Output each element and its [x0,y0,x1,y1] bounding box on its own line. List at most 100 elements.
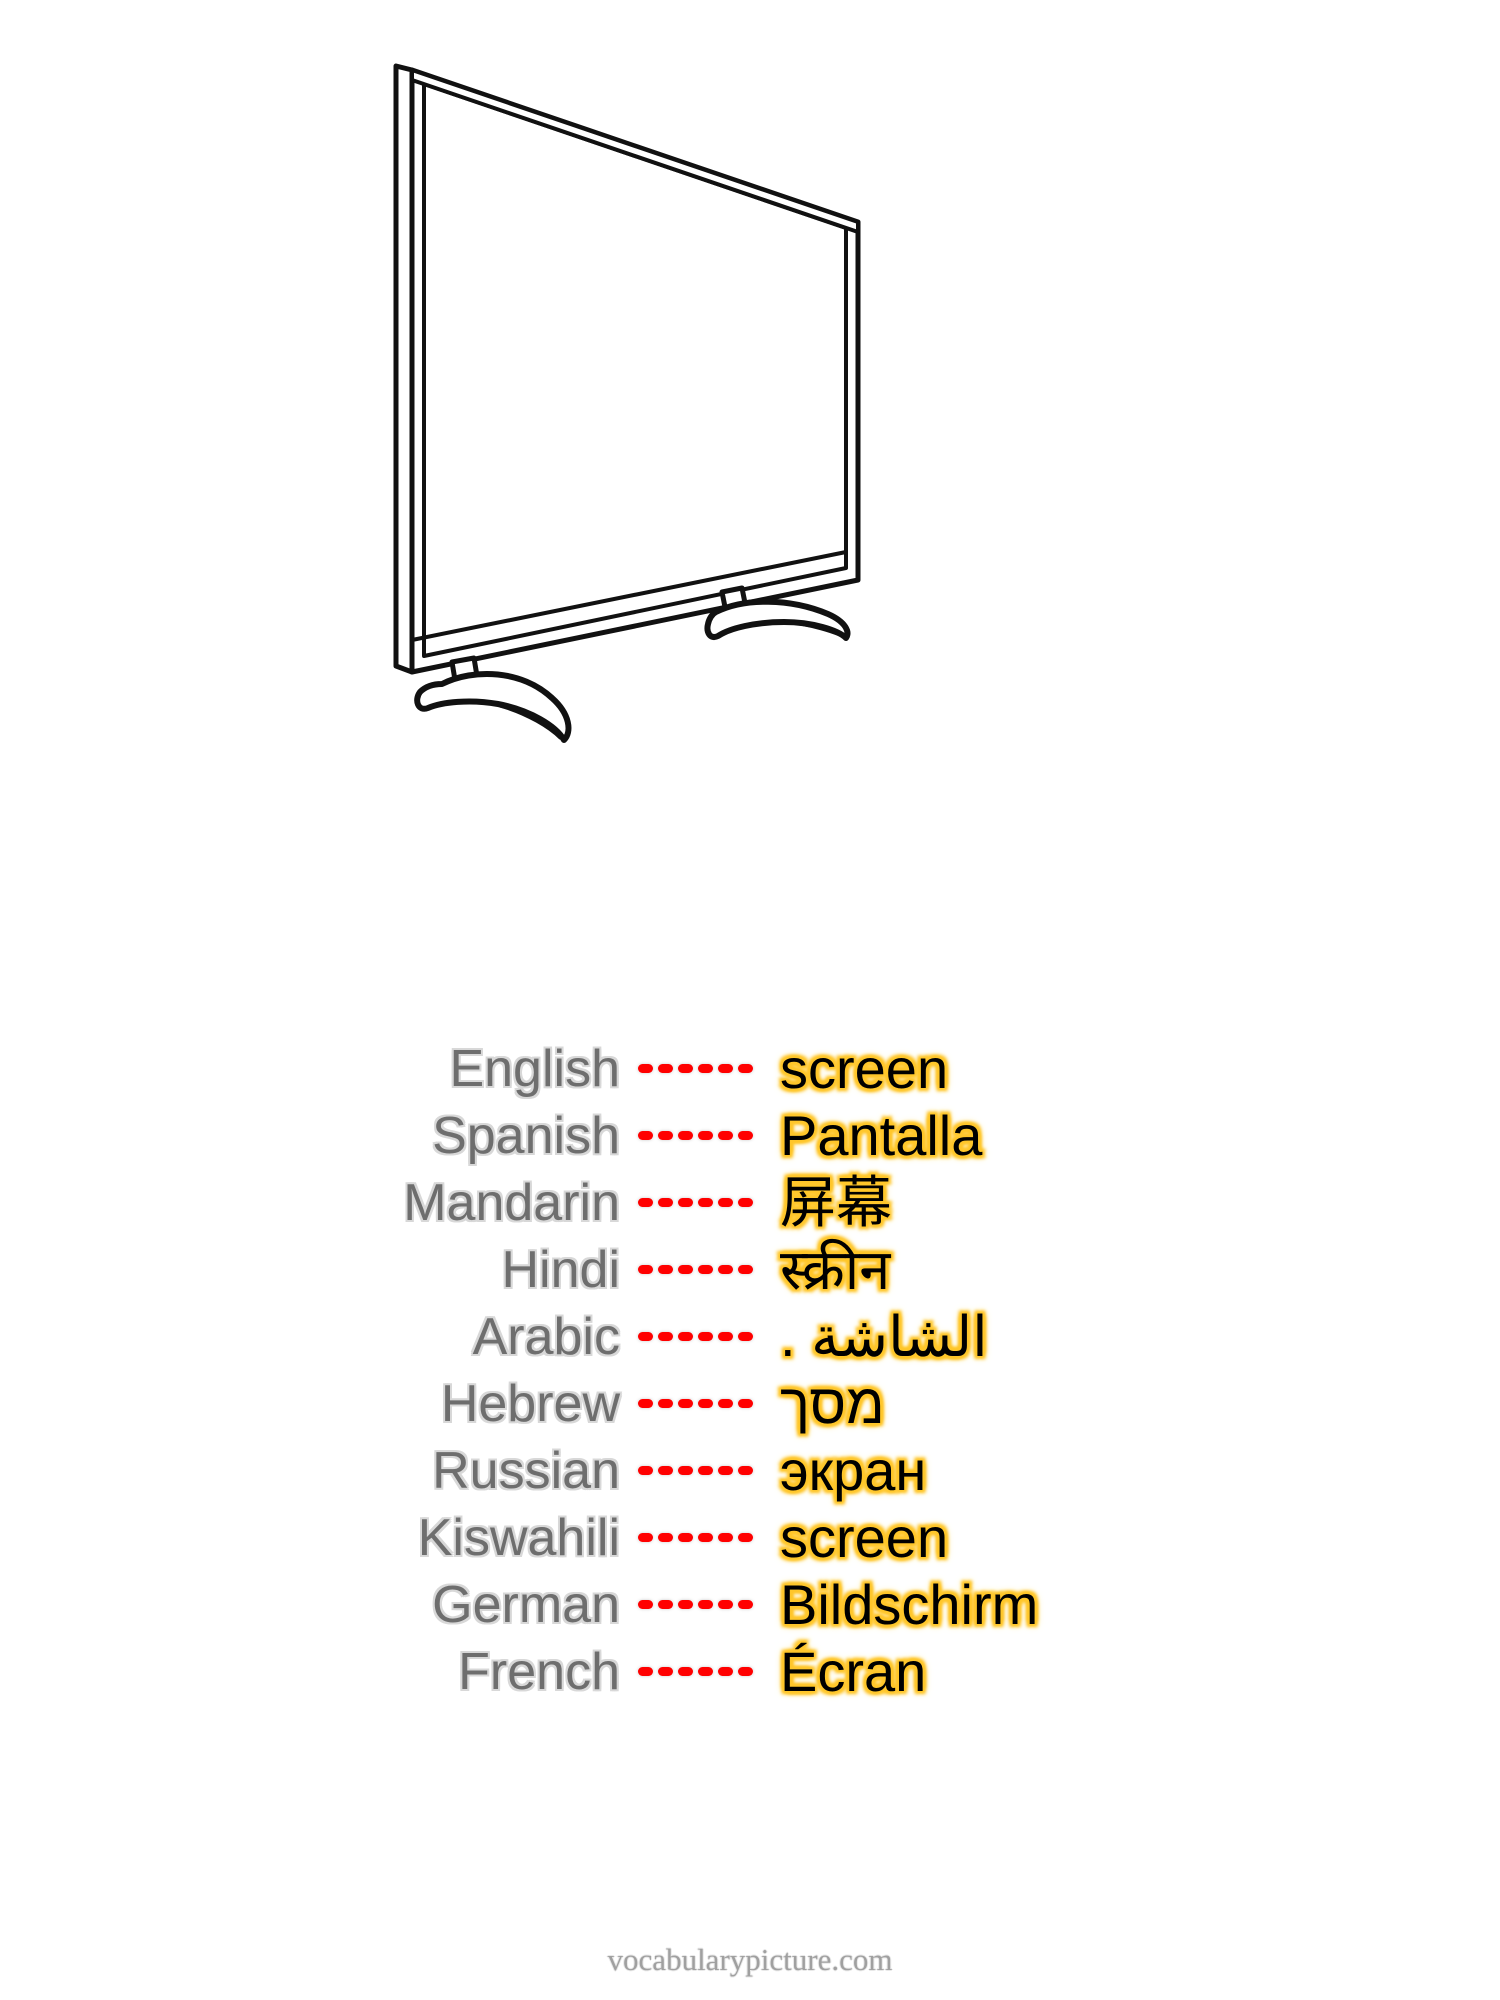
vocabulary-table: English screen Spanish Pantalla Mandarin 屏幕 Hi… [0,1035,1500,1705]
dash-segment [677,1064,693,1073]
dash-segment [737,1332,753,1341]
dash-segment [697,1466,713,1475]
dash-segment [737,1198,753,1207]
dash-segment [737,1533,753,1542]
dash-segment [737,1399,753,1408]
dash-segment [737,1131,753,1140]
dash-segment [657,1466,673,1475]
dash-segment [657,1399,673,1408]
dash-segment [677,1533,693,1542]
dash-segment [637,1131,653,1140]
translation-text: מסך [780,1371,885,1435]
dash-line [637,1265,753,1274]
dash-segment [717,1667,733,1676]
language-label: Spanish [432,1106,620,1165]
translation-text: screen [780,1036,949,1100]
dash-segment [737,1265,753,1274]
language-label: Arabic [472,1307,620,1366]
dashed-separator [620,1332,770,1341]
dash-line [637,1198,753,1207]
dash-segment [717,1600,733,1609]
vocab-row: Hindi स्क्रीन [200,1236,1300,1303]
dash-segment [657,1600,673,1609]
dash-line [637,1399,753,1408]
tv-foot-right [704,598,851,641]
dash-line [637,1064,753,1073]
translation-text: Écran [780,1639,927,1703]
language-label: English [449,1039,620,1098]
dash-segment [637,1667,653,1676]
dash-segment [717,1265,733,1274]
language-label: Hebrew [440,1374,620,1433]
tv-illustration [0,0,1500,820]
dash-segment [737,1466,753,1475]
dash-segment [657,1064,673,1073]
dash-segment [717,1533,733,1542]
dash-segment [637,1533,653,1542]
dash-segment [657,1265,673,1274]
dash-line [637,1600,753,1609]
dash-segment [677,1198,693,1207]
dash-segment [637,1265,653,1274]
dash-line [637,1533,753,1542]
language-label: French [458,1642,620,1701]
dash-segment [677,1600,693,1609]
dash-segment [697,1064,713,1073]
dash-segment [637,1600,653,1609]
translation-text: الشاشة . [780,1304,988,1368]
vocab-row: Kiswahili screen [200,1504,1300,1571]
dash-segment [657,1332,673,1341]
dash-segment [677,1466,693,1475]
tv-line-drawing [393,63,861,743]
dashed-separator [620,1600,770,1609]
dash-segment [737,1667,753,1676]
vocab-row: German Bildschirm [200,1571,1300,1638]
footer: vocabularypicture.com [0,1942,1500,1978]
dash-segment [637,1466,653,1475]
dash-segment [717,1332,733,1341]
dash-segment [737,1064,753,1073]
dash-segment [657,1198,673,1207]
dash-segment [717,1198,733,1207]
dash-segment [657,1533,673,1542]
translation-text: स्क्रीन [780,1237,891,1301]
vocab-row: French Écran [200,1638,1300,1705]
translation-text: Pantalla [780,1103,983,1167]
dashed-separator [620,1466,770,1475]
dash-segment [697,1265,713,1274]
tv-left-edge-depth [393,63,415,675]
dash-segment [697,1399,713,1408]
vocab-row: Hebrew מסך [200,1370,1300,1437]
tv-screen-front-face [409,67,861,675]
language-label: Kiswahili [417,1508,620,1567]
language-label: Russian [432,1441,620,1500]
dash-segment [717,1399,733,1408]
translation-text: 屏幕 [780,1170,892,1234]
dash-segment [737,1600,753,1609]
dash-segment [697,1131,713,1140]
vocab-row: Arabic الشاشة . [200,1303,1300,1370]
dash-segment [677,1131,693,1140]
translation-text: экран [780,1438,927,1502]
dashed-separator [620,1533,770,1542]
dash-segment [677,1332,693,1341]
vocab-row: Mandarin 屏幕 [200,1169,1300,1236]
dashed-separator [620,1399,770,1408]
dash-line [637,1466,753,1475]
language-label: Hindi [501,1240,621,1299]
dash-segment [657,1131,673,1140]
translation-text: Bildschirm [780,1572,1039,1636]
dashed-separator [620,1198,770,1207]
vocab-row: Russian экран [200,1437,1300,1504]
site-credit: vocabularypicture.com [607,1942,893,1977]
dash-line [637,1332,753,1341]
dash-segment [637,1064,653,1073]
dashed-separator [620,1265,770,1274]
tv-foot-left [414,670,572,743]
dash-segment [677,1667,693,1676]
dash-segment [697,1600,713,1609]
language-label: German [432,1575,620,1634]
vocab-row: Spanish Pantalla [200,1102,1300,1169]
dash-line [637,1667,753,1676]
dash-segment [657,1667,673,1676]
